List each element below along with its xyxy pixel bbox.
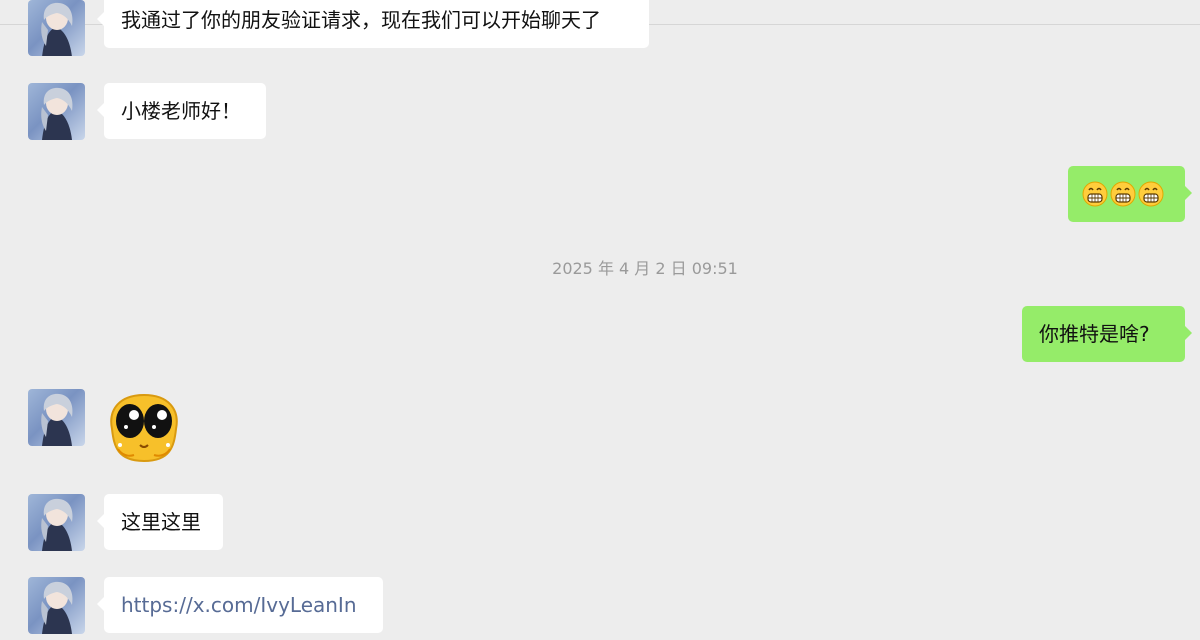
message-bubble[interactable]: 小楼老师好！ <box>97 83 266 139</box>
contact-avatar[interactable] <box>28 389 85 446</box>
message-link[interactable]: https://x.com/IvyLeanIn <box>121 593 357 617</box>
contact-avatar[interactable] <box>28 494 85 551</box>
contact-avatar[interactable] <box>28 577 85 634</box>
message-timestamp: 2025 年 4 月 2 日 09:51 <box>552 259 738 278</box>
message-text: 小楼老师好！ <box>121 99 241 123</box>
outgoing-message-bubble[interactable] <box>1068 166 1192 222</box>
contact-avatar[interactable] <box>28 0 85 56</box>
message-bubble[interactable]: 我通过了你的朋友验证请求，现在我们可以开始聊天了 <box>97 0 649 48</box>
pleading-eyes-sticker[interactable] <box>104 389 184 465</box>
contact-avatar[interactable] <box>28 83 85 140</box>
grinning-face-icon <box>1110 181 1136 207</box>
outgoing-message-bubble[interactable]: 你推特是啥? <box>1022 306 1192 362</box>
message-text: 我通过了你的朋友验证请求，现在我们可以开始聊天了 <box>121 8 601 32</box>
message-bubble[interactable]: 这里这里 <box>97 494 223 550</box>
message-text: 你推特是啥? <box>1039 322 1150 346</box>
message-text: 这里这里 <box>121 510 201 534</box>
message-bubble[interactable]: https://x.com/IvyLeanIn <box>97 577 383 633</box>
emoji-row <box>1082 166 1171 222</box>
grinning-face-icon <box>1138 181 1164 207</box>
grinning-face-icon <box>1082 181 1108 207</box>
